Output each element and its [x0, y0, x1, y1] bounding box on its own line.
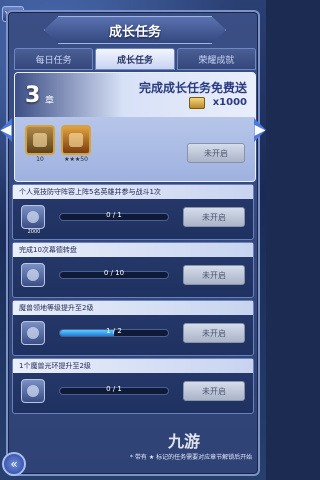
chapter-number: 3	[25, 83, 41, 108]
item-label: ★★★50	[64, 156, 88, 163]
gold-reward-icon	[21, 205, 45, 229]
back-button[interactable]: «	[2, 452, 26, 476]
task-row: 完成10次幕德转盘 0 / 10 未开启	[12, 242, 254, 298]
task-title: 个人竞技防守阵容上阵5名英雄并参与战斗1次	[13, 185, 253, 199]
task-reward-amount: 2000	[27, 229, 41, 235]
watermark-text: 九游	[168, 432, 201, 451]
task-claim-button[interactable]: 未开启	[183, 265, 245, 285]
task-title: 魔兽领地等级提升至2级	[13, 301, 253, 315]
task-row: 个人竞技防守阵容上阵5名英雄并参与战斗1次 2000 0 / 1 未开启	[12, 184, 254, 240]
task-row: 魔兽领地等级提升至2级 1 / 2 未开启	[12, 300, 254, 356]
tab-growth[interactable]: 成长任务	[95, 48, 175, 70]
task-progress-text: 0 / 1	[106, 211, 122, 219]
chapter-card: 3 章 完成成长任务免费送 x1000 10 ★★★50 未开启	[14, 72, 256, 182]
task-claim-button[interactable]: 未开启	[183, 323, 245, 343]
chapter-title: 完成成长任务免费送	[138, 81, 247, 95]
wheel-reward-icon	[21, 263, 45, 287]
reward-count: x1000	[212, 97, 247, 108]
task-progress-text: 0 / 10	[103, 269, 125, 277]
chapter-rewards: 10 ★★★50	[25, 125, 91, 163]
card-icon[interactable]: 10	[25, 125, 55, 163]
task-row: 1个魔兽光环提升至2级 0 / 1 未开启	[12, 358, 254, 414]
territory-reward-icon	[21, 321, 45, 345]
task-tabs: 每日任务 成长任务 荣耀成就	[14, 48, 256, 70]
panel-title: 成长任务	[44, 16, 226, 44]
aura-reward-icon	[21, 379, 45, 403]
task-title: 完成10次幕德转盘	[13, 243, 253, 257]
footer-note: * 带有 ★ 标记的任务需要对应章节解锁后开始	[130, 454, 253, 461]
task-claim-button[interactable]: 未开启	[183, 381, 245, 401]
tab-glory[interactable]: 荣耀成就	[176, 48, 256, 70]
task-claim-button[interactable]: 未开启	[183, 207, 245, 227]
tab-daily[interactable]: 每日任务	[14, 48, 94, 70]
chapter-claim-button[interactable]: 未开启	[187, 143, 245, 163]
helmet-glyph	[69, 133, 83, 147]
task-title: 1个魔兽光环提升至2级	[13, 359, 253, 373]
reward-coin-icon	[189, 97, 205, 109]
item-label: 10	[36, 156, 44, 163]
card-glyph	[33, 133, 47, 147]
task-progress-text: 1 / 2	[106, 327, 122, 335]
chapter-unit: 章	[45, 96, 55, 106]
task-progress-text: 0 / 1	[106, 385, 122, 393]
helmet-icon[interactable]: ★★★50	[61, 125, 91, 163]
